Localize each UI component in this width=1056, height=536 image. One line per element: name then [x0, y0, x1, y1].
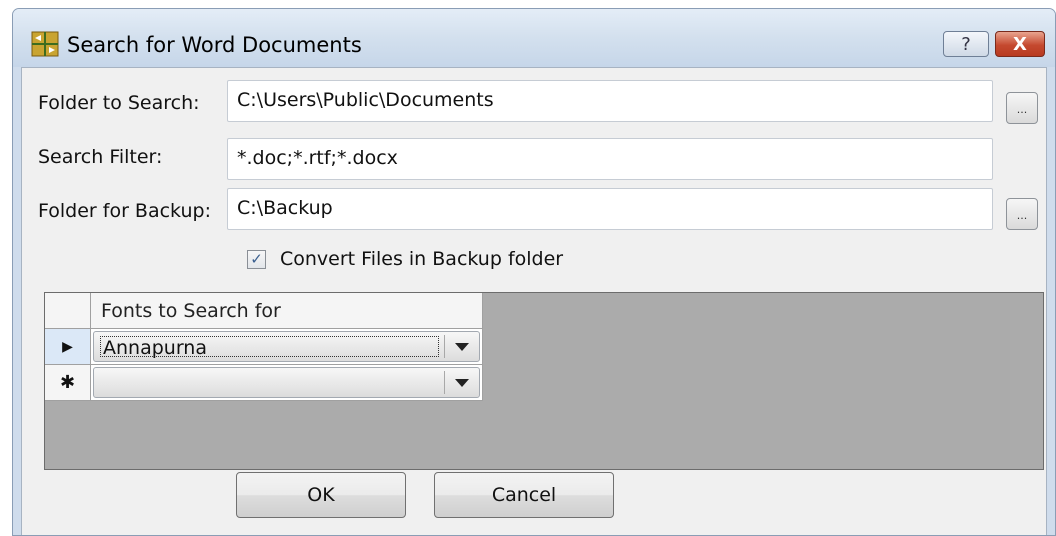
fonts-column-header[interactable]: Fonts to Search for	[91, 293, 483, 329]
ok-button[interactable]: OK	[236, 472, 406, 518]
font-combobox-value[interactable]: Annapurna	[100, 336, 439, 359]
cancel-button[interactable]: Cancel	[434, 472, 614, 518]
close-icon: X	[1013, 33, 1027, 55]
row-header-new[interactable]: ✱	[45, 365, 91, 401]
grid-corner-header[interactable]	[45, 293, 91, 329]
folder-to-search-input[interactable]: C:\Users\Public\Documents	[227, 80, 993, 122]
new-row-asterisk-icon: ✱	[59, 372, 76, 393]
browse-backup-folder-button[interactable]: ...	[1006, 198, 1038, 230]
font-combobox[interactable]: Annapurna	[93, 331, 480, 362]
checkmark-icon: ✓	[250, 250, 263, 268]
current-row-arrow-icon: ▶	[62, 338, 73, 355]
close-button[interactable]: X	[995, 31, 1045, 57]
convert-files-option[interactable]: ✓ Convert Files in Backup folder	[247, 248, 563, 270]
new-font-cell[interactable]	[91, 365, 483, 401]
fonts-grid[interactable]: Fonts to Search for ▶ Annapurna ✱	[44, 292, 1044, 470]
search-filter-label: Search Filter:	[38, 146, 163, 168]
folder-to-search-label: Folder to Search:	[38, 92, 200, 114]
new-font-combobox[interactable]	[93, 367, 480, 398]
row-header-current[interactable]: ▶	[45, 329, 91, 365]
window-title: Search for Word Documents	[67, 33, 362, 57]
folder-for-backup-label: Folder for Backup:	[38, 200, 211, 222]
font-cell[interactable]: Annapurna	[91, 329, 483, 365]
convert-files-checkbox[interactable]: ✓	[247, 249, 266, 269]
folder-for-backup-input[interactable]: C:\Backup	[227, 188, 993, 230]
combobox-divider	[444, 335, 445, 358]
browse-search-folder-button[interactable]: ...	[1006, 92, 1038, 124]
help-button[interactable]: ?	[943, 31, 989, 57]
convert-files-label: Convert Files in Backup folder	[280, 248, 564, 270]
combobox-divider	[444, 371, 445, 394]
help-icon: ?	[961, 33, 971, 55]
search-filter-input[interactable]: *.doc;*.rtf;*.docx	[227, 138, 993, 180]
dialog-client-area: Folder to Search: C:\Users\Public\Docume…	[21, 67, 1047, 535]
chevron-down-icon[interactable]	[455, 379, 469, 387]
chevron-down-icon[interactable]	[455, 343, 469, 351]
dialog-window: Search for Word Documents ? X Folder to …	[12, 8, 1056, 536]
app-icon	[31, 31, 59, 57]
title-bar[interactable]: Search for Word Documents ? X	[13, 9, 1055, 67]
new-font-combobox-value[interactable]	[100, 372, 439, 393]
